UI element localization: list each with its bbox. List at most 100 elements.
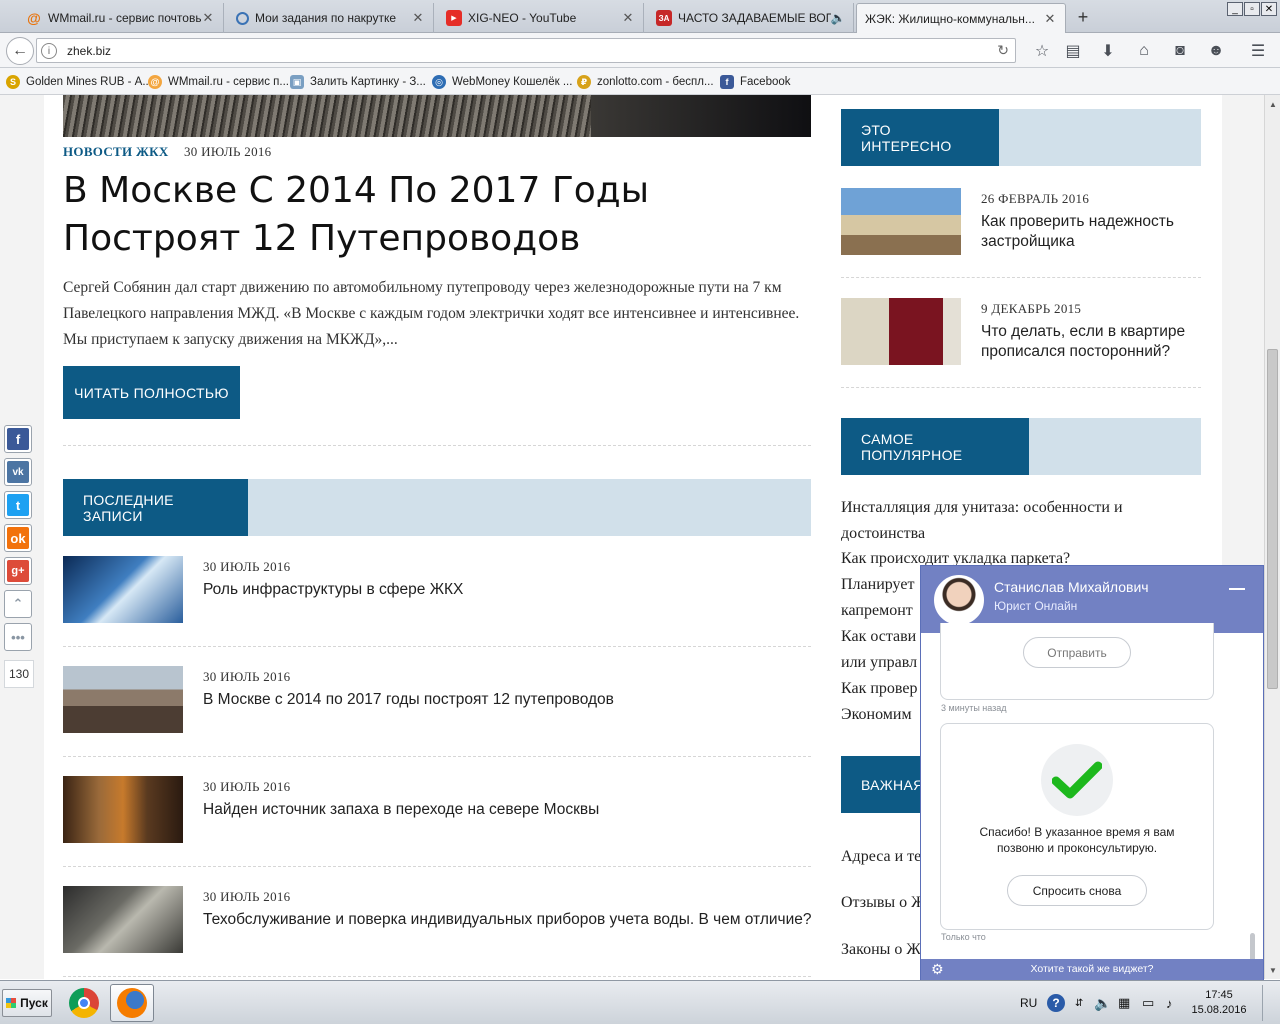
post-thumbnail[interactable] <box>63 556 183 623</box>
minimize-button[interactable]: _ <box>1227 2 1243 16</box>
important-link[interactable]: Законы о Ж <box>841 941 921 959</box>
close-icon[interactable]: ✕ <box>411 10 425 25</box>
youtube-icon: ▶ <box>446 10 462 26</box>
post-title[interactable]: Техобслуживание и поверка индивидуальных… <box>203 911 812 929</box>
post-thumbnail[interactable] <box>63 666 183 733</box>
list-item[interactable]: 30 ИЮЛЬ 2016 Найден источник запаха в пе… <box>63 776 811 844</box>
ask-again-button[interactable]: Спросить снова <box>1007 875 1147 906</box>
restore-button[interactable]: ▫ <box>1244 2 1260 16</box>
widget-promo-link[interactable]: Хотите такой же виджет? <box>921 963 1263 975</box>
post-title[interactable]: Как проверить надежность застройщика <box>981 212 1201 252</box>
display-icon[interactable]: ▭ <box>1142 981 1154 1024</box>
bookmark-star-icon[interactable]: ☆ <box>1032 41 1052 61</box>
post-thumbnail[interactable] <box>63 776 183 843</box>
tab-zhek[interactable]: ЖЭК: Жилищно-коммунальн... ✕ <box>856 3 1066 33</box>
read-more-button[interactable]: ЧИТАТЬ ПОЛНОСТЬЮ <box>63 366 240 419</box>
tray-expand-icon[interactable]: ⇵ <box>1075 981 1083 1024</box>
post-thumbnail[interactable] <box>841 188 961 255</box>
bookmark-wmmail[interactable]: @ WMmail.ru - сервис п... <box>148 75 289 89</box>
close-icon[interactable]: ✕ <box>621 10 635 25</box>
more-share-button[interactable]: ••• <box>4 623 32 651</box>
scroll-down-arrow-icon[interactable]: ▼ <box>1266 963 1280 977</box>
reading-list-icon[interactable]: ▤ <box>1063 41 1083 61</box>
bookmark-webmoney[interactable]: ◎ WebMoney Кошелёк ... <box>432 75 572 89</box>
post-thumbnail[interactable] <box>63 886 183 953</box>
list-item[interactable]: 30 ИЮЛЬ 2016 В Москве с 2014 по 2017 год… <box>63 666 811 734</box>
start-button[interactable]: Пуск <box>2 989 52 1017</box>
speaker-icon[interactable]: 🔈 <box>1094 981 1111 1024</box>
bookmark-upload-image[interactable]: ▣ Залить Картинку - З... <box>290 75 426 89</box>
popular-link[interactable]: капремонт <box>841 602 913 620</box>
bookmark-zonlotto[interactable]: ₽ zonlotto.com - беспл... <box>577 75 714 89</box>
address-bar[interactable]: i zhek.biz ↻ <box>36 38 1016 63</box>
popular-link[interactable]: Экономим <box>841 706 912 724</box>
language-indicator[interactable]: RU <box>1020 981 1037 1024</box>
share-facebook-button[interactable]: f <box>4 425 32 453</box>
bookmark-golden-mines[interactable]: S Golden Mines RUB - А... <box>6 75 152 89</box>
post-title[interactable]: Роль инфраструктуры в сфере ЖКХ <box>203 581 463 599</box>
list-item[interactable]: 9 ДЕКАБРЬ 2015 Что делать, если в кварти… <box>841 298 1201 366</box>
bookmark-label: Залить Картинку - З... <box>310 76 426 88</box>
popular-link[interactable]: Как остави <box>841 628 916 646</box>
send-button[interactable]: Отправить <box>1023 637 1131 668</box>
site-info-icon[interactable]: i <box>41 43 57 59</box>
home-icon[interactable]: ⌂ <box>1134 41 1154 61</box>
pocket-icon[interactable]: ◙ <box>1170 41 1190 61</box>
post-title[interactable]: Что делать, если в квартире прописался п… <box>981 322 1201 362</box>
chat-messages: Отправить 3 минуты назад Спасибо! В указ… <box>921 623 1263 1023</box>
volume-icon[interactable]: ♪ <box>1166 981 1173 1024</box>
share-odnoklassniki-button[interactable]: ok <box>4 524 32 552</box>
share-twitter-button[interactable]: t <box>4 491 32 519</box>
share-googleplus-button[interactable]: g+ <box>4 557 32 585</box>
network-icon[interactable]: ▦ <box>1118 981 1130 1024</box>
important-link[interactable]: Отзывы о Ж <box>841 894 925 912</box>
popular-link[interactable]: Инсталляция для унитаза: особенности и д… <box>841 495 1201 547</box>
bookmark-facebook[interactable]: f Facebook <box>720 75 791 89</box>
page-scrollbar[interactable]: ▲ ▼ <box>1264 95 1280 979</box>
post-title[interactable]: Найден источник запаха в переходе на сев… <box>203 801 599 819</box>
tab-title: ЖЭК: Жилищно-коммунальн... <box>865 11 1035 26</box>
download-icon[interactable]: ⬇ <box>1098 41 1118 61</box>
avatar <box>934 575 984 625</box>
new-tab-button[interactable]: + <box>1072 6 1094 28</box>
popular-link[interactable]: Планирует <box>841 576 914 594</box>
help-icon[interactable]: ? <box>1047 981 1065 1024</box>
facebook-icon: f <box>7 428 29 450</box>
tab-faq[interactable]: ЗА ЧАСТО ЗАДАВАЕМЫЕ ВОПР... 🔈 <box>648 3 854 33</box>
back-button[interactable]: ← <box>6 37 34 65</box>
scrollbar-thumb[interactable] <box>1267 349 1278 689</box>
popular-link[interactable]: или управл <box>841 654 917 672</box>
chrome-app-button[interactable] <box>62 984 106 1022</box>
speaker-icon[interactable]: 🔈 <box>831 11 846 25</box>
share-vk-button[interactable]: vk <box>4 458 32 486</box>
close-icon[interactable]: ✕ <box>201 10 215 25</box>
tab-youtube[interactable]: ▶ XIG-NEO - YouTube ✕ <box>438 3 644 33</box>
important-link[interactable]: Адреса и те <box>841 848 921 866</box>
article-title[interactable]: В Москве С 2014 По 2017 Годы Построят 12… <box>63 167 811 263</box>
url-text[interactable]: zhek.biz <box>67 44 111 58</box>
article-category-link[interactable]: НОВОСТИ ЖКХ <box>63 144 169 160</box>
tab-tasks[interactable]: Мои задания по накрутке ✕ <box>228 3 434 33</box>
navigation-toolbar: ← i zhek.biz ↻ ☆ ▤ ⬇ ⌂ ◙ ☻ ☰ <box>0 33 1280 68</box>
firefox-app-button[interactable] <box>110 984 154 1022</box>
list-item[interactable]: 30 ИЮЛЬ 2016 Техобслуживание и поверка и… <box>63 886 812 954</box>
article-hero-image[interactable] <box>63 95 811 137</box>
minimize-chat-icon[interactable] <box>1229 588 1245 590</box>
menu-icon[interactable]: ☰ <box>1248 41 1268 61</box>
tab-wmmail[interactable]: @ WMmail.ru - сервис почтовы... ✕ <box>18 3 224 33</box>
post-title[interactable]: В Москве с 2014 по 2017 годы построят 12… <box>203 691 614 709</box>
clock[interactable]: 17:45 15.08.2016 <box>1180 988 1258 1018</box>
post-thumbnail[interactable] <box>841 298 961 365</box>
success-check-icon <box>1041 744 1113 816</box>
list-item[interactable]: 30 ИЮЛЬ 2016 Роль инфраструктуры в сфере… <box>63 556 811 624</box>
close-icon[interactable]: ✕ <box>1043 11 1057 26</box>
facebook-icon: f <box>720 75 734 89</box>
chat-icon[interactable]: ☻ <box>1206 41 1226 61</box>
popular-link[interactable]: Как провер <box>841 680 917 698</box>
list-item[interactable]: 26 ФЕВРАЛЬ 2016 Как проверить надежность… <box>841 188 1201 256</box>
scroll-up-arrow-icon[interactable]: ▲ <box>1266 97 1280 111</box>
show-desktop-button[interactable] <box>1262 985 1278 1021</box>
reload-icon[interactable]: ↻ <box>997 42 1009 59</box>
scroll-up-button[interactable]: ⌃ <box>4 590 32 618</box>
close-window-button[interactable]: ✕ <box>1261 2 1277 16</box>
